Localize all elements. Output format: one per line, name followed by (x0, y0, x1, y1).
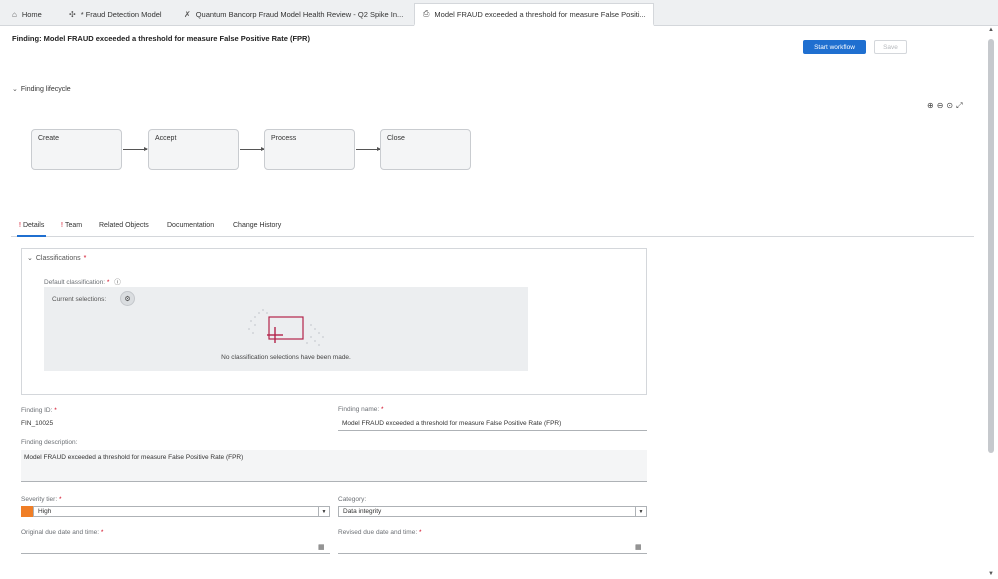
finding-name-label-text: Finding name: (338, 406, 380, 413)
tab-finding-label: Model FRAUD exceeded a threshold for mea… (434, 9, 646, 19)
revised-due-label: Revised due date and time: * (338, 529, 421, 536)
tab-related-objects[interactable]: Related Objects (99, 222, 149, 229)
calendar-icon[interactable]: ▦ (635, 543, 642, 551)
required-mark: * (100, 529, 104, 536)
category-value: Data integrity (343, 508, 382, 515)
dropdown-arrow-icon: ▼ (635, 507, 646, 516)
diagram-zoom-tools: ⊕ ⊖ ⊙ ⤢ (927, 101, 963, 111)
tab-details-label: Details (22, 222, 45, 229)
required-mark: * (83, 254, 87, 262)
required-mark: * (58, 496, 62, 503)
lifecycle-arrow (356, 147, 381, 151)
tab-fraud-detection-model[interactable]: ✣ * Fraud Detection Model (61, 3, 169, 26)
finding-lifecycle-toggle[interactable]: ⌄ Finding lifecycle (12, 85, 71, 94)
original-due-label: Original due date and time: * (21, 529, 103, 536)
finding-lifecycle-label: Finding lifecycle (20, 85, 71, 93)
tab-team-label: Team (64, 222, 83, 229)
tab-more-icon[interactable]: ⋮ (651, 10, 653, 19)
tab-review-label: Quantum Bancorp Fraud Model Health Revie… (195, 10, 404, 19)
default-classification-text: Default classification: (44, 279, 106, 286)
help-icon[interactable]: ⓘ (114, 279, 121, 286)
detail-tabs: ! Details ! Team Related Objects Documenta… (11, 218, 974, 237)
severity-tier-label-text: Severity tier: (21, 496, 58, 503)
finding-name-label: Finding name: * (338, 406, 384, 413)
chevron-down-icon: ⌄ (12, 86, 18, 93)
lifecycle-arrow (240, 147, 265, 151)
tab-team[interactable]: ! Team (61, 222, 82, 229)
finding-id-label-text: Finding ID: (21, 407, 53, 414)
tab-model-label: * Fraud Detection Model (80, 10, 162, 19)
tab-change-history[interactable]: Change History (233, 222, 281, 229)
calendar-icon[interactable]: ▦ (318, 543, 325, 551)
revised-due-input[interactable] (338, 541, 647, 554)
dropdown-arrow-icon: ▼ (318, 507, 329, 516)
fullscreen-icon[interactable]: ⤢ (956, 101, 962, 111)
chevron-down-icon: ⌄ (27, 255, 33, 262)
save-button[interactable]: Save (874, 40, 907, 54)
picker-icon: ⚙ (124, 295, 131, 303)
lifecycle-stage-process: Process (264, 129, 355, 170)
finding-id-label: Finding ID: * (21, 407, 57, 414)
category-select[interactable]: Data integrity ▼ (338, 506, 647, 517)
lifecycle-stage-accept: Accept (148, 129, 239, 170)
vertical-scrollbar[interactable]: ▲ ▼ (987, 27, 995, 577)
finding-description-input[interactable]: Model FRAUD exceeded a threshold for mea… (21, 450, 647, 482)
required-mark: ! (19, 222, 21, 229)
tab-home[interactable]: ⌂ Home (4, 3, 56, 26)
empty-selection-text: No classification selections have been m… (221, 354, 351, 361)
classifications-label: Classifications (35, 254, 81, 262)
finding-icon: ⎙ (423, 9, 430, 18)
tab-home-label: Home (21, 10, 42, 19)
lifecycle-arrow (123, 147, 148, 151)
severity-color-swatch (21, 506, 33, 517)
tab-documentation[interactable]: Documentation (167, 222, 214, 229)
required-mark: * (418, 529, 422, 536)
classifications-toggle[interactable]: ⌄ Classifications * (27, 254, 87, 263)
scroll-down-icon[interactable]: ▼ (987, 571, 995, 577)
original-due-input[interactable] (21, 541, 330, 554)
required-mark: * (54, 407, 57, 414)
lifecycle-stage-create: Create (31, 129, 122, 170)
browser-tab-bar: ⌂ Home ✣ * Fraud Detection Model ✗ Quant… (0, 0, 998, 26)
finding-name-input[interactable]: Model FRAUD exceeded a threshold for mea… (338, 417, 647, 431)
severity-tier-select[interactable]: High ▼ (33, 506, 330, 517)
severity-tier-label: Severity tier: * (21, 496, 61, 503)
revised-due-label-text: Revised due date and time: (338, 529, 418, 536)
scroll-up-icon[interactable]: ▲ (987, 27, 995, 33)
tab-details[interactable]: ! Details (16, 222, 47, 237)
page-title: Finding: Model FRAUD exceeded a threshol… (12, 34, 310, 43)
finding-name-value: Model FRAUD exceeded a threshold for mea… (342, 420, 562, 427)
severity-tier-value: High (38, 508, 52, 515)
category-label: Category: (338, 496, 367, 503)
tab-health-review[interactable]: ✗ Quantum Bancorp Fraud Model Health Rev… (176, 3, 410, 26)
required-mark: * (106, 279, 110, 286)
lifecycle-stage-close: Close (380, 129, 471, 170)
current-selections-label: Current selections: (52, 296, 107, 303)
classification-picker-button[interactable]: ⚙ (120, 291, 135, 306)
home-icon: ⌂ (12, 10, 17, 19)
zoom-reset-icon[interactable]: ⊙ (946, 101, 953, 111)
scroll-thumb[interactable] (988, 39, 994, 453)
zoom-out-icon[interactable]: ⊖ (937, 101, 944, 111)
required-mark: ! (61, 222, 63, 229)
finding-description-label: Finding description: (21, 439, 78, 446)
start-workflow-button[interactable]: Start workflow (803, 40, 866, 54)
finding-id-value: FIN_10025 (21, 420, 54, 427)
required-mark: * (381, 406, 384, 413)
tab-finding[interactable]: ⎙ Model FRAUD exceeded a threshold for m… (414, 3, 654, 26)
zoom-in-icon[interactable]: ⊕ (927, 101, 934, 111)
default-classification-label: Default classification: * ⓘ (44, 276, 121, 286)
empty-selection-illustration (248, 309, 324, 346)
model-icon: ✣ (69, 10, 76, 19)
original-due-label-text: Original due date and time: (21, 529, 100, 536)
review-icon: ✗ (184, 10, 191, 19)
